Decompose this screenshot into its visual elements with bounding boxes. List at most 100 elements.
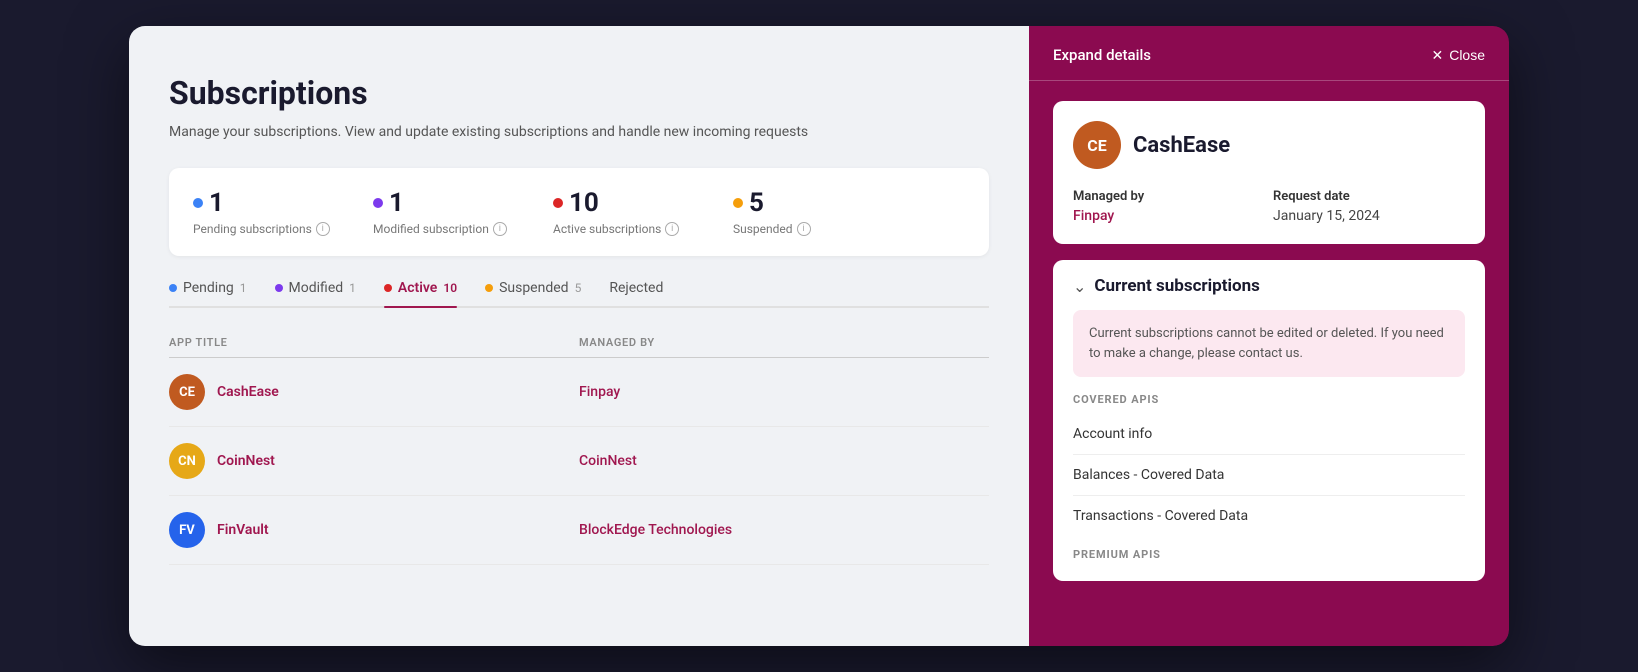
- info-icon[interactable]: i: [797, 222, 811, 236]
- request-date-value: January 15, 2024: [1273, 208, 1465, 224]
- info-icon[interactable]: i: [493, 222, 507, 236]
- meta-row: Managed by Finpay Request date January 1…: [1073, 189, 1465, 224]
- tab-modified[interactable]: Modified 1: [275, 280, 356, 306]
- app-name-detail: CashEase: [1133, 133, 1230, 158]
- table-row[interactable]: CN CoinNest CoinNest: [169, 427, 989, 496]
- app-header-row: CE CashEase: [1073, 121, 1465, 169]
- stat-top: 10: [553, 188, 693, 218]
- stat-number: 1: [209, 188, 224, 218]
- stat-top: 5: [733, 188, 873, 218]
- tab-label: Rejected: [609, 280, 663, 296]
- tabs-row: Pending 1 Modified 1 Active 10 Suspended…: [169, 280, 989, 308]
- app-name[interactable]: FinVault: [217, 522, 269, 538]
- tab-count: 10: [443, 281, 457, 295]
- page-subtitle: Manage your subscriptions. View and upda…: [169, 124, 989, 140]
- stat-dot: [553, 198, 563, 208]
- tab-active[interactable]: Active 10: [384, 280, 457, 306]
- page-title: Subscriptions: [169, 74, 989, 112]
- managed-by-cell[interactable]: BlockEdge Technologies: [579, 522, 989, 538]
- stat-label: Pending subscriptions i: [193, 222, 333, 236]
- managed-by-cell[interactable]: Finpay: [579, 384, 989, 400]
- tab-pending[interactable]: Pending 1: [169, 280, 247, 306]
- managed-by-value[interactable]: Finpay: [1073, 208, 1265, 224]
- request-date-label: Request date: [1273, 189, 1465, 204]
- tab-label: Suspended: [499, 280, 569, 296]
- stat-number: 5: [749, 188, 764, 218]
- left-panel: Subscriptions Manage your subscriptions.…: [129, 26, 1029, 646]
- avatar-initials: CE: [1087, 136, 1106, 155]
- stat-label: Suspended i: [733, 222, 873, 236]
- tab-count: 1: [349, 281, 356, 295]
- managed-by-label: Managed by: [1073, 189, 1265, 204]
- current-subs-title: Current subscriptions: [1094, 276, 1259, 296]
- tab-suspended[interactable]: Suspended 5: [485, 280, 581, 306]
- covered-apis-label: COVERED APIS: [1073, 393, 1465, 406]
- app-name[interactable]: CoinNest: [217, 453, 275, 469]
- app-cell: CN CoinNest: [169, 443, 579, 479]
- app-avatar-large: CE: [1073, 121, 1121, 169]
- table-rows: CE CashEase Finpay CN CoinNest CoinNest …: [169, 358, 989, 646]
- stat-label: Modified subscription i: [373, 222, 513, 236]
- api-item: Account info: [1073, 414, 1465, 455]
- stats-row: 1 Pending subscriptions i 1 Modified sub…: [169, 168, 989, 256]
- premium-apis-label: PREMIUM APIS: [1073, 548, 1465, 561]
- chevron-down-icon[interactable]: ⌄: [1073, 277, 1086, 296]
- tab-count: 1: [240, 281, 247, 295]
- table-row[interactable]: CE CashEase Finpay: [169, 358, 989, 427]
- request-date-col: Request date January 15, 2024: [1273, 189, 1465, 224]
- api-item: Transactions - Covered Data: [1073, 496, 1465, 536]
- api-item: Balances - Covered Data: [1073, 455, 1465, 496]
- current-subs-card: ⌄ Current subscriptions Current subscrip…: [1053, 260, 1485, 581]
- api-list: Account infoBalances - Covered DataTrans…: [1073, 414, 1465, 536]
- stat-label-text: Modified subscription: [373, 222, 489, 236]
- stat-dot: [733, 198, 743, 208]
- stat-item: 10 Active subscriptions i: [553, 188, 693, 236]
- app-avatar: FV: [169, 512, 205, 548]
- current-subs-header: ⌄ Current subscriptions: [1073, 276, 1465, 296]
- col-managed-by: MANAGED BY: [579, 336, 989, 349]
- app-info-card: CE CashEase Managed by Finpay Request da…: [1053, 101, 1485, 244]
- right-content: CE CashEase Managed by Finpay Request da…: [1029, 81, 1509, 646]
- managed-by-col: Managed by Finpay: [1073, 189, 1265, 224]
- tab-label: Active: [398, 280, 437, 296]
- app-cell: FV FinVault: [169, 512, 579, 548]
- stat-item: 5 Suspended i: [733, 188, 873, 236]
- stat-label-text: Pending subscriptions: [193, 222, 312, 236]
- tab-count: 5: [575, 281, 582, 295]
- right-header: Expand details ✕ Close: [1029, 26, 1509, 81]
- managed-by-cell[interactable]: CoinNest: [579, 453, 989, 469]
- stat-label: Active subscriptions i: [553, 222, 693, 236]
- app-avatar: CN: [169, 443, 205, 479]
- app-cell: CE CashEase: [169, 374, 579, 410]
- stat-label-text: Suspended: [733, 222, 793, 236]
- stat-top: 1: [373, 188, 513, 218]
- stat-top: 1: [193, 188, 333, 218]
- stat-item: 1 Pending subscriptions i: [193, 188, 333, 236]
- stat-item: 1 Modified subscription i: [373, 188, 513, 236]
- info-icon[interactable]: i: [316, 222, 330, 236]
- right-panel: Expand details ✕ Close CE CashEase Manag…: [1029, 26, 1509, 646]
- stat-number: 10: [569, 188, 599, 218]
- stat-dot: [373, 198, 383, 208]
- tab-label: Modified: [289, 280, 344, 296]
- table-header: APP TITLE MANAGED BY: [169, 328, 989, 358]
- close-button[interactable]: ✕ Close: [1431, 47, 1485, 64]
- stat-number: 1: [389, 188, 404, 218]
- info-icon[interactable]: i: [665, 222, 679, 236]
- tab-dot: [384, 284, 392, 292]
- tab-dot: [485, 284, 493, 292]
- table-row[interactable]: FV FinVault BlockEdge Technologies: [169, 496, 989, 565]
- col-app-title: APP TITLE: [169, 336, 579, 349]
- stat-label-text: Active subscriptions: [553, 222, 661, 236]
- info-banner: Current subscriptions cannot be edited o…: [1073, 310, 1465, 377]
- tab-label: Pending: [183, 280, 234, 296]
- tab-dot: [275, 284, 283, 292]
- close-label: Close: [1449, 47, 1485, 63]
- app-name[interactable]: CashEase: [217, 384, 279, 400]
- tab-rejected[interactable]: Rejected: [609, 280, 663, 306]
- expand-details-label: Expand details: [1053, 46, 1151, 64]
- close-x-icon: ✕: [1431, 47, 1443, 64]
- app-avatar: CE: [169, 374, 205, 410]
- tab-dot: [169, 284, 177, 292]
- stat-dot: [193, 198, 203, 208]
